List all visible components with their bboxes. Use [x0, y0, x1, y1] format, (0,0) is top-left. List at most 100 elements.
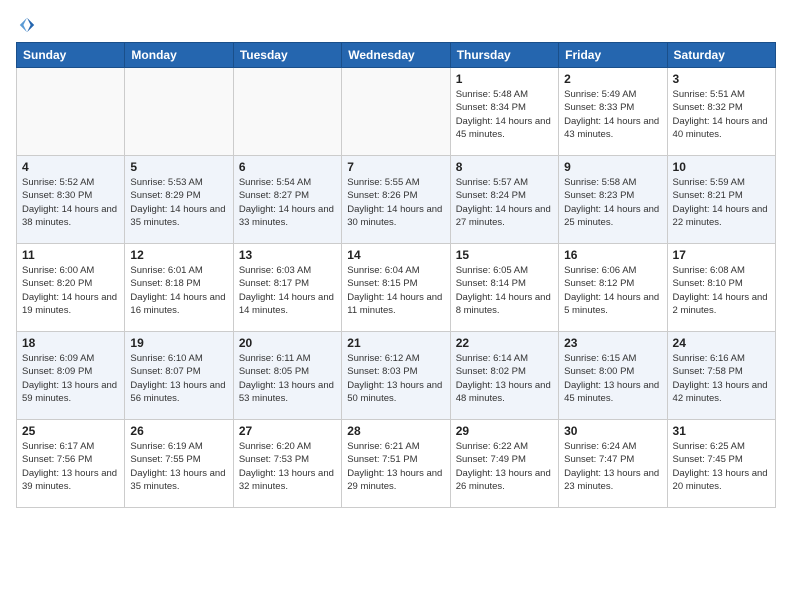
day-number: 17	[673, 248, 770, 262]
table-row: 23 Sunrise: 6:15 AMSunset: 8:00 PMDayligh…	[559, 332, 667, 420]
day-info: Sunrise: 6:06 AMSunset: 8:12 PMDaylight:…	[564, 264, 661, 317]
day-number: 28	[347, 424, 444, 438]
calendar-week-3: 11 Sunrise: 6:00 AMSunset: 8:20 PMDayligh…	[17, 244, 776, 332]
table-row: 27 Sunrise: 6:20 AMSunset: 7:53 PMDayligh…	[233, 420, 341, 508]
table-row: 18 Sunrise: 6:09 AMSunset: 8:09 PMDayligh…	[17, 332, 125, 420]
day-info: Sunrise: 6:25 AMSunset: 7:45 PMDaylight:…	[673, 440, 770, 493]
header-sunday: Sunday	[17, 43, 125, 68]
calendar-header-row: SundayMondayTuesdayWednesdayThursdayFrid…	[17, 43, 776, 68]
table-row: 21Sunrise: 6:12 AMSunset: 8:03 PMDayligh…	[342, 332, 450, 420]
table-row: 5 Sunrise: 5:53 AMSunset: 8:29 PMDaylight…	[125, 156, 233, 244]
day-number: 23	[564, 336, 661, 350]
day-number: 6	[239, 160, 336, 174]
day-number: 15	[456, 248, 553, 262]
day-info: Sunrise: 6:00 AMSunset: 8:20 PMDaylight:…	[22, 264, 119, 317]
day-number: 30	[564, 424, 661, 438]
calendar-table: SundayMondayTuesdayWednesdayThursdayFrid…	[16, 42, 776, 508]
day-number: 12	[130, 248, 227, 262]
day-info: Sunrise: 6:03 AMSunset: 8:17 PMDaylight:…	[239, 264, 336, 317]
table-row: 30 Sunrise: 6:24 AMSunset: 7:47 PMDayligh…	[559, 420, 667, 508]
day-number: 25	[22, 424, 119, 438]
day-number: 27	[239, 424, 336, 438]
day-info: Sunrise: 6:20 AMSunset: 7:53 PMDaylight:…	[239, 440, 336, 493]
logo	[16, 16, 36, 34]
day-number: 29	[456, 424, 553, 438]
day-info: Sunrise: 6:05 AMSunset: 8:14 PMDaylight:…	[456, 264, 553, 317]
day-info: Sunrise: 5:48 AMSunset: 8:34 PMDaylight:…	[456, 88, 553, 141]
table-row: 28 Sunrise: 6:21 AMSunset: 7:51 PMDayligh…	[342, 420, 450, 508]
header-wednesday: Wednesday	[342, 43, 450, 68]
table-row: 24 Sunrise: 6:16 AMSunset: 7:58 PMDayligh…	[667, 332, 775, 420]
day-number: 14	[347, 248, 444, 262]
day-info: Sunrise: 6:21 AMSunset: 7:51 PMDaylight:…	[347, 440, 444, 493]
day-number: 19	[130, 336, 227, 350]
day-info: Sunrise: 6:01 AMSunset: 8:18 PMDaylight:…	[130, 264, 227, 317]
day-info: Sunrise: 6:10 AMSunset: 8:07 PMDaylight:…	[130, 352, 227, 405]
day-number: 7	[347, 160, 444, 174]
day-info: Sunrise: 6:16 AMSunset: 7:58 PMDaylight:…	[673, 352, 770, 405]
table-row: 6 Sunrise: 5:54 AMSunset: 8:27 PMDaylight…	[233, 156, 341, 244]
day-info: Sunrise: 6:17 AMSunset: 7:56 PMDaylight:…	[22, 440, 119, 493]
calendar-week-4: 18 Sunrise: 6:09 AMSunset: 8:09 PMDayligh…	[17, 332, 776, 420]
table-row: 31 Sunrise: 6:25 AMSunset: 7:45 PMDayligh…	[667, 420, 775, 508]
day-info: Sunrise: 6:11 AMSunset: 8:05 PMDaylight:…	[239, 352, 336, 405]
table-row: 1 Sunrise: 5:48 AMSunset: 8:34 PMDaylight…	[450, 68, 558, 156]
day-info: Sunrise: 5:54 AMSunset: 8:27 PMDaylight:…	[239, 176, 336, 229]
day-info: Sunrise: 5:55 AMSunset: 8:26 PMDaylight:…	[347, 176, 444, 229]
day-number: 11	[22, 248, 119, 262]
day-info: Sunrise: 6:15 AMSunset: 8:00 PMDaylight:…	[564, 352, 661, 405]
day-number: 26	[130, 424, 227, 438]
header-saturday: Saturday	[667, 43, 775, 68]
day-number: 8	[456, 160, 553, 174]
table-row: 11 Sunrise: 6:00 AMSunset: 8:20 PMDayligh…	[17, 244, 125, 332]
logo-icon	[18, 16, 36, 34]
table-row: 29 Sunrise: 6:22 AMSunset: 7:49 PMDayligh…	[450, 420, 558, 508]
day-info: Sunrise: 6:14 AMSunset: 8:02 PMDaylight:…	[456, 352, 553, 405]
table-row: 25 Sunrise: 6:17 AMSunset: 7:56 PMDayligh…	[17, 420, 125, 508]
day-info: Sunrise: 5:52 AMSunset: 8:30 PMDaylight:…	[22, 176, 119, 229]
table-row: 26Sunrise: 6:19 AMSunset: 7:55 PMDayligh…	[125, 420, 233, 508]
table-row: 4 Sunrise: 5:52 AMSunset: 8:30 PMDaylight…	[17, 156, 125, 244]
table-row	[342, 68, 450, 156]
calendar-week-2: 4 Sunrise: 5:52 AMSunset: 8:30 PMDaylight…	[17, 156, 776, 244]
day-number: 24	[673, 336, 770, 350]
table-row: 12 Sunrise: 6:01 AMSunset: 8:18 PMDayligh…	[125, 244, 233, 332]
day-number: 20	[239, 336, 336, 350]
table-row: 17 Sunrise: 6:08 AMSunset: 8:10 PMDayligh…	[667, 244, 775, 332]
day-number: 18	[22, 336, 119, 350]
table-row	[17, 68, 125, 156]
table-row: 13Sunrise: 6:03 AMSunset: 8:17 PMDayligh…	[233, 244, 341, 332]
day-info: Sunrise: 5:53 AMSunset: 8:29 PMDaylight:…	[130, 176, 227, 229]
day-info: Sunrise: 5:57 AMSunset: 8:24 PMDaylight:…	[456, 176, 553, 229]
header-friday: Friday	[559, 43, 667, 68]
day-info: Sunrise: 6:24 AMSunset: 7:47 PMDaylight:…	[564, 440, 661, 493]
day-number: 16	[564, 248, 661, 262]
calendar-week-1: 1 Sunrise: 5:48 AMSunset: 8:34 PMDaylight…	[17, 68, 776, 156]
header-thursday: Thursday	[450, 43, 558, 68]
table-row: 2Sunrise: 5:49 AMSunset: 8:33 PMDaylight…	[559, 68, 667, 156]
table-row: 15 Sunrise: 6:05 AMSunset: 8:14 PMDayligh…	[450, 244, 558, 332]
day-info: Sunrise: 5:58 AMSunset: 8:23 PMDaylight:…	[564, 176, 661, 229]
table-row: 10Sunrise: 5:59 AMSunset: 8:21 PMDayligh…	[667, 156, 775, 244]
header-monday: Monday	[125, 43, 233, 68]
day-info: Sunrise: 6:22 AMSunset: 7:49 PMDaylight:…	[456, 440, 553, 493]
day-number: 9	[564, 160, 661, 174]
table-row: 22 Sunrise: 6:14 AMSunset: 8:02 PMDayligh…	[450, 332, 558, 420]
calendar-week-5: 25 Sunrise: 6:17 AMSunset: 7:56 PMDayligh…	[17, 420, 776, 508]
day-info: Sunrise: 5:51 AMSunset: 8:32 PMDaylight:…	[673, 88, 770, 141]
table-row	[125, 68, 233, 156]
day-info: Sunrise: 6:08 AMSunset: 8:10 PMDaylight:…	[673, 264, 770, 317]
table-row: 16 Sunrise: 6:06 AMSunset: 8:12 PMDayligh…	[559, 244, 667, 332]
day-number: 4	[22, 160, 119, 174]
day-number: 3	[673, 72, 770, 86]
day-number: 22	[456, 336, 553, 350]
day-info: Sunrise: 6:09 AMSunset: 8:09 PMDaylight:…	[22, 352, 119, 405]
day-number: 5	[130, 160, 227, 174]
day-number: 1	[456, 72, 553, 86]
table-row: 19 Sunrise: 6:10 AMSunset: 8:07 PMDayligh…	[125, 332, 233, 420]
day-number: 10	[673, 160, 770, 174]
day-number: 21	[347, 336, 444, 350]
day-number: 31	[673, 424, 770, 438]
table-row: 9 Sunrise: 5:58 AMSunset: 8:23 PMDaylight…	[559, 156, 667, 244]
table-row: 8 Sunrise: 5:57 AMSunset: 8:24 PMDaylight…	[450, 156, 558, 244]
